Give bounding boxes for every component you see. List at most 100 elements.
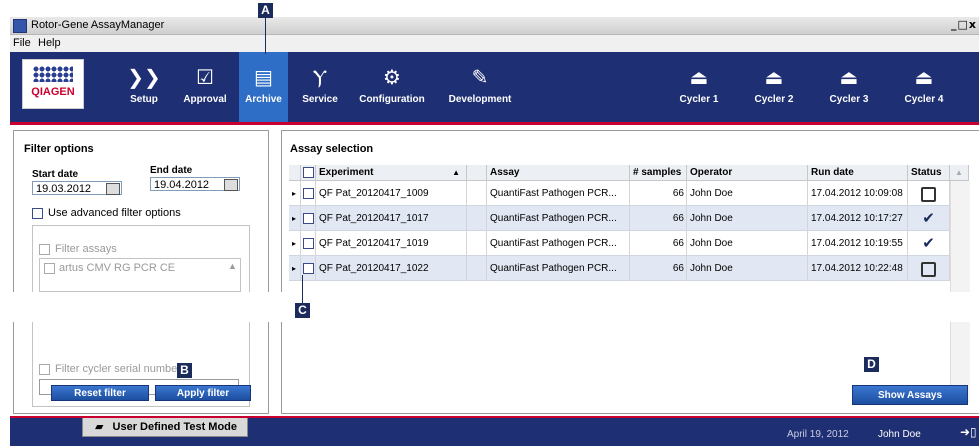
logout-icon[interactable]: ➜▯ xyxy=(960,425,977,439)
nav-setup[interactable]: ❯❯ Setup xyxy=(118,52,170,122)
advanced-filter-label: Use advanced filter options xyxy=(48,207,181,219)
nav-cycler-2[interactable]: ⏏ Cycler 2 xyxy=(745,52,803,122)
calendar-icon[interactable] xyxy=(224,179,238,191)
nav-setup-label: Setup xyxy=(130,94,158,105)
show-assays-button[interactable]: Show Assays xyxy=(852,385,968,405)
table-row[interactable]: ▸ QF Pat_20120417_1022 QuantiFast Pathog… xyxy=(289,256,969,281)
configuration-icon: ⚙ xyxy=(383,65,401,89)
cell-experiment: QF Pat_20120417_1017 xyxy=(316,206,467,231)
archive-icon: ▤ xyxy=(254,65,273,89)
apply-filter-button[interactable]: Apply filter xyxy=(155,385,251,401)
table-row[interactable]: ▸ QF Pat_20120417_1019 QuantiFast Pathog… xyxy=(289,231,969,256)
nav-configuration-label: Configuration xyxy=(359,94,425,105)
nav-cycler-4[interactable]: ⏏ Cycler 4 xyxy=(895,52,953,122)
callout-c: C xyxy=(295,303,310,318)
reset-filter-button[interactable]: Reset filter xyxy=(51,385,149,401)
cell-status xyxy=(908,181,950,206)
column-experiment[interactable]: Experiment ▲ xyxy=(316,165,467,181)
menu-file[interactable]: File xyxy=(13,37,31,49)
cell-experiment: QF Pat_20120417_1022 xyxy=(316,256,467,281)
assay-option-label: artus CMV RG PCR CE xyxy=(59,262,176,274)
status-check-icon: ✔ xyxy=(922,209,935,227)
cell-blank xyxy=(467,231,487,256)
row-checkbox[interactable] xyxy=(303,238,314,249)
accent-line xyxy=(10,122,979,125)
table-row[interactable]: ▸ QF Pat_20120417_1017 QuantiFast Pathog… xyxy=(289,206,969,231)
cycler-icon: ⏏ xyxy=(689,65,709,89)
cell-operator: John Doe xyxy=(687,181,808,206)
cell-samples: 66 xyxy=(630,181,687,206)
cell-samples: 66 xyxy=(630,206,687,231)
assay-option-checkbox[interactable] xyxy=(44,263,55,274)
scroll-up-icon[interactable]: ▲ xyxy=(950,165,969,181)
cell-assay: QuantiFast Pathogen PCR... xyxy=(487,181,630,206)
end-date-field[interactable]: 19.04.2012 xyxy=(150,177,240,191)
row-expand-icon[interactable]: ▸ xyxy=(289,206,301,231)
cell-experiment: QF Pat_20120417_1009 xyxy=(316,181,467,206)
menu-help[interactable]: Help xyxy=(38,37,61,49)
nav-cycler-3[interactable]: ⏏ Cycler 3 xyxy=(820,52,878,122)
cell-assay: QuantiFast Pathogen PCR... xyxy=(487,231,630,256)
cycler-icon: ⏏ xyxy=(914,65,934,89)
nav-development-label: Development xyxy=(448,94,512,105)
cell-samples: 66 xyxy=(630,231,687,256)
cycler-2-label: Cycler 2 xyxy=(754,94,794,105)
callout-c-line xyxy=(302,275,303,305)
calendar-icon[interactable] xyxy=(106,183,120,195)
row-checkbox[interactable] xyxy=(303,263,314,274)
column-experiment-label: Experiment xyxy=(319,167,374,178)
nav-archive[interactable]: ▤ Archive xyxy=(239,52,288,122)
cycler-4-label: Cycler 4 xyxy=(904,94,944,105)
nav-approval-label: Approval xyxy=(183,94,227,105)
test-mode-label: User Defined Test Mode xyxy=(112,421,238,433)
mode-icon: ▰ xyxy=(95,420,104,433)
row-expand-icon[interactable]: ▸ xyxy=(289,231,301,256)
nav-cycler-1[interactable]: ⏏ Cycler 1 xyxy=(670,52,728,122)
column-status[interactable]: Status xyxy=(908,165,950,181)
end-date-label: End date xyxy=(150,165,193,176)
column-assay[interactable]: Assay xyxy=(487,165,630,181)
filter-assays-label: Filter assays xyxy=(55,243,117,255)
select-all-header[interactable] xyxy=(301,165,316,181)
advanced-filter-checkbox[interactable] xyxy=(32,208,43,219)
row-checkbox[interactable] xyxy=(303,213,314,224)
scroll-up-icon[interactable]: ▲ xyxy=(228,261,237,271)
expand-column-header xyxy=(289,165,301,181)
end-date-value: 19.04.2012 xyxy=(154,179,210,191)
callout-b: B xyxy=(177,363,192,378)
cell-assay: QuantiFast Pathogen PCR... xyxy=(487,206,630,231)
nav-development[interactable]: ✎ Development xyxy=(440,52,520,122)
nav-service-label: Service xyxy=(302,94,338,105)
column-operator[interactable]: Operator xyxy=(687,165,808,181)
setup-icon: ❯❯ xyxy=(127,65,161,89)
cell-operator: John Doe xyxy=(687,231,808,256)
status-date: April 19, 2012 xyxy=(787,429,849,440)
development-icon: ✎ xyxy=(471,65,489,89)
filter-cycler-label: Filter cycler serial number xyxy=(55,363,181,375)
start-date-field[interactable]: 19.03.2012 xyxy=(32,181,122,195)
cell-run-date: 17.04.2012 10:17:27 xyxy=(808,206,908,231)
filter-options-panel: Filter options Start date End date 19.03… xyxy=(13,130,269,414)
cell-operator: John Doe xyxy=(687,206,808,231)
filter-assays-checkbox[interactable] xyxy=(39,244,50,255)
row-expand-icon[interactable]: ▸ xyxy=(289,181,301,206)
row-checkbox[interactable] xyxy=(303,188,314,199)
nav-service[interactable]: Ⲩ Service xyxy=(294,52,346,122)
nav-approval[interactable]: ☑ Approval xyxy=(174,52,236,122)
menu-bar: File Help xyxy=(10,35,979,52)
logo-dots xyxy=(33,66,73,82)
window-title: Rotor-Gene AssayManager xyxy=(31,19,165,31)
filter-cycler-checkbox[interactable] xyxy=(39,364,50,375)
assay-selection-title: Assay selection xyxy=(290,143,374,155)
crop-gap xyxy=(10,292,979,322)
table-row[interactable]: ▸ QF Pat_20120417_1009 QuantiFast Pathog… xyxy=(289,181,969,206)
logo-wordmark: QIAGEN xyxy=(31,86,75,98)
select-all-checkbox[interactable] xyxy=(303,167,314,178)
row-expand-icon[interactable]: ▸ xyxy=(289,256,301,281)
cell-blank xyxy=(467,181,487,206)
column-run-date[interactable]: Run date xyxy=(808,165,908,181)
window-controls[interactable]: _□x xyxy=(951,18,977,31)
column-samples[interactable]: # samples xyxy=(630,165,687,181)
assay-list[interactable]: artus CMV RG PCR CE ▲ xyxy=(39,258,241,292)
nav-configuration[interactable]: ⚙ Configuration xyxy=(350,52,434,122)
